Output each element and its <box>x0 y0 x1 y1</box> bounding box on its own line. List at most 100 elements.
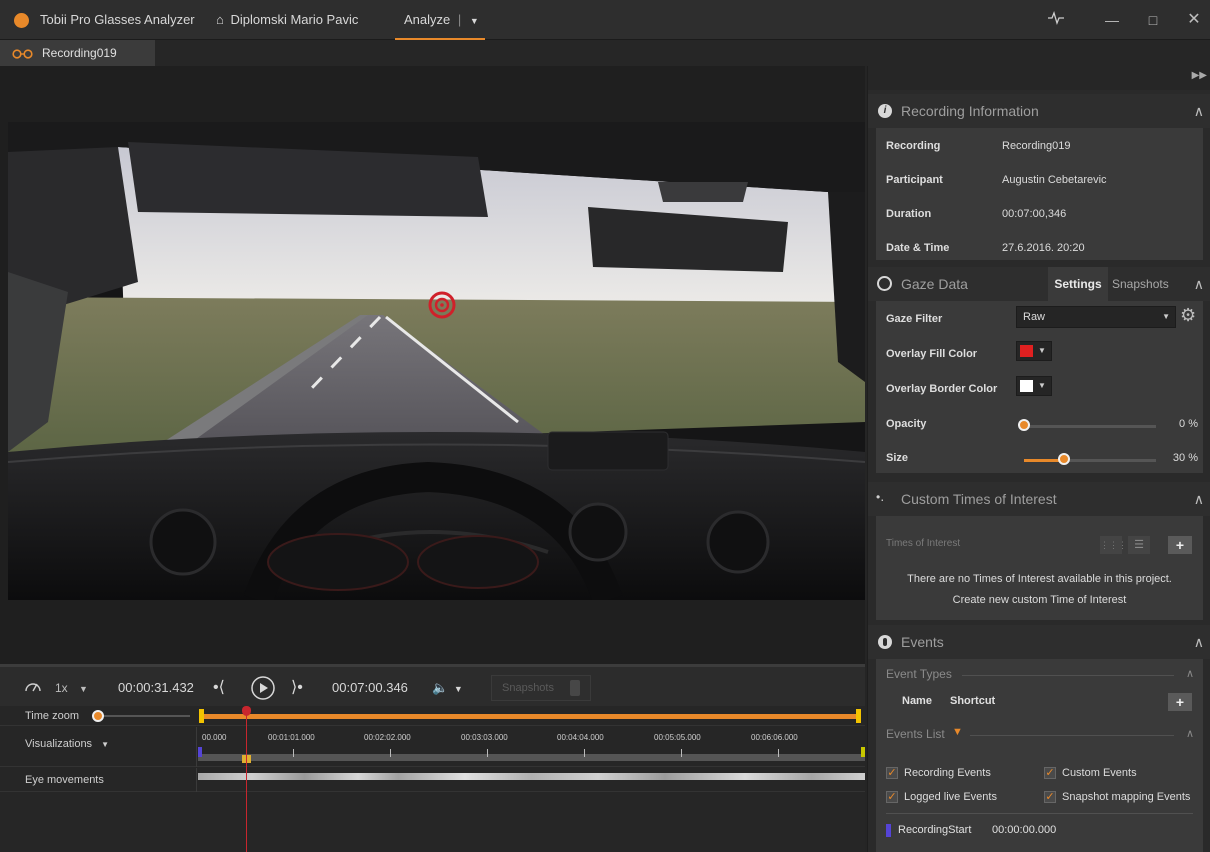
recording-info-title: Recording Information <box>901 103 1039 119</box>
volume-button[interactable]: 🔈 ▼ <box>432 667 463 709</box>
eye-movements-track <box>198 773 865 780</box>
target-icon <box>877 276 892 291</box>
custom-events-checkbox[interactable]: ✓ <box>1044 767 1056 779</box>
chevron-down-icon: ▼ <box>101 740 110 749</box>
close-button[interactable]: ✕ <box>1178 0 1210 40</box>
snapshots-button[interactable]: Snapshots <box>491 675 591 701</box>
chevron-down-icon[interactable]: ▼ <box>470 16 479 26</box>
events-body: Event Types ∧ Name Shortcut + Events Lis… <box>876 659 1203 852</box>
recording-info-header[interactable]: i Recording Information ∧ <box>868 94 1210 128</box>
time-zoom-slider-knob[interactable] <box>92 710 104 722</box>
datetime-label: Date & Time <box>886 242 950 254</box>
logged-live-events-label: Logged live Events <box>904 791 997 803</box>
overlay-border-color-picker[interactable]: ▼ <box>1016 376 1052 396</box>
toi-subheader: Times of Interest <box>886 538 961 549</box>
add-event-type-button[interactable]: + <box>1168 693 1192 711</box>
size-slider-knob[interactable] <box>1058 453 1070 465</box>
step-forward-button[interactable]: ⟩• <box>291 667 303 709</box>
playhead-handle[interactable] <box>242 706 251 716</box>
custom-toi-header[interactable]: •․ Custom Times of Interest ∧ <box>868 482 1210 516</box>
time-zoom-track[interactable] <box>98 715 190 717</box>
filter-icon[interactable]: ▼ <box>952 726 963 738</box>
events-header[interactable]: Events ∧ <box>868 625 1210 659</box>
tab-recording019[interactable]: Recording019 <box>0 40 155 66</box>
datetime-value: 27.6.2016. 20:20 <box>1002 242 1085 254</box>
overlay-fill-color-picker[interactable]: ▼ <box>1016 341 1052 361</box>
list-view-icon[interactable]: ☰ <box>1128 536 1150 554</box>
gaze-filter-select[interactable]: Raw ▼ <box>1016 306 1176 328</box>
lock-icon <box>570 680 580 696</box>
chevron-down-icon: ▼ <box>1038 346 1046 355</box>
duration-value: 00:07:00,346 <box>1002 208 1067 220</box>
tab-snapshots[interactable]: Snapshots <box>1112 267 1169 301</box>
collapse-panel-icon[interactable]: ▶▶ <box>1192 70 1207 81</box>
scene-video[interactable] <box>8 122 865 600</box>
custom-toi-title: Custom Times of Interest <box>901 491 1057 507</box>
event-types-label: Event Types <box>886 667 952 681</box>
collapse-chevron-icon[interactable]: ∧ <box>1186 667 1194 680</box>
minimize-button[interactable]: — <box>1096 0 1128 40</box>
col-shortcut: Shortcut <box>950 695 996 707</box>
activity-icon[interactable] <box>1040 0 1072 40</box>
event-time: 00:00:00.000 <box>992 824 1057 836</box>
title-bar: Tobii Pro Glasses Analyzer ⌂ Diplomski M… <box>0 0 1210 40</box>
timeline: Time zoom Visualizations ▼ 00.000 00:01:… <box>0 706 865 852</box>
project-name: Diplomski Mario Pavic <box>230 12 359 27</box>
custom-events-label: Custom Events <box>1062 767 1137 779</box>
recording-value: Recording019 <box>1002 140 1071 152</box>
playhead[interactable] <box>246 706 247 852</box>
gaze-data-title: Gaze Data <box>901 276 968 292</box>
snapshot-mapping-events-checkbox[interactable]: ✓ <box>1044 791 1056 803</box>
tab-analyze[interactable]: Analyze | ▼ <box>395 0 485 40</box>
size-label: Size <box>886 452 909 464</box>
tab-settings[interactable]: Settings <box>1048 267 1108 301</box>
events-title: Events <box>901 634 944 650</box>
visualizations-dropdown[interactable]: Visualizations ▼ <box>25 738 109 750</box>
opacity-value: 0 % <box>1179 418 1198 430</box>
events-icon <box>878 635 892 649</box>
tick-label: 00:04:04.000 <box>557 733 604 742</box>
tick-label: 00.000 <box>202 733 227 742</box>
events-list-label: Events List <box>886 727 945 741</box>
time-zoom-label: Time zoom <box>25 710 79 722</box>
create-toi-link[interactable]: Create new custom Time of Interest <box>876 594 1203 606</box>
collapse-chevron-icon[interactable]: ∧ <box>1194 625 1204 659</box>
gaze-filter-label: Gaze Filter <box>886 313 943 325</box>
tab-analyze-label: Analyze <box>404 12 451 27</box>
collapse-chevron-icon[interactable]: ∧ <box>1194 94 1204 128</box>
participant-label: Participant <box>886 174 943 186</box>
speed-gauge-icon <box>24 667 42 709</box>
timeline-ruler <box>198 754 865 761</box>
border-color-swatch <box>1020 380 1033 392</box>
add-toi-button[interactable]: + <box>1168 536 1192 554</box>
project-home-link[interactable]: ⌂ Diplomski Mario Pavic <box>216 0 358 40</box>
opacity-slider-track[interactable] <box>1024 425 1156 428</box>
opacity-slider-knob[interactable] <box>1018 419 1030 431</box>
dots-icon: •․ <box>876 490 885 504</box>
range-end-handle[interactable] <box>856 709 861 723</box>
speed-select[interactable]: 1x ▼ <box>55 667 88 709</box>
event-row[interactable]: RecordingStart 00:00:00.000 <box>884 819 1194 843</box>
collapse-chevron-icon[interactable]: ∧ <box>1194 267 1204 301</box>
eye-movements-row: Eye movements <box>0 768 865 792</box>
tab-recording-label: Recording019 <box>42 46 117 60</box>
gaze-data-header[interactable]: Gaze Data Settings Snapshots ∧ <box>868 267 1210 301</box>
eye-movements-label: Eye movements <box>25 774 104 786</box>
event-name: RecordingStart <box>898 824 972 836</box>
toi-empty-message: There are no Times of Interest available… <box>907 573 1172 585</box>
range-start-handle[interactable] <box>199 709 204 723</box>
time-range-bar[interactable] <box>202 714 858 719</box>
tick-label: 00:02:02.000 <box>364 733 411 742</box>
grid-view-icon[interactable]: ⋮⋮⋮ <box>1100 536 1127 554</box>
gear-icon[interactable]: ⚙ <box>1180 305 1196 326</box>
logged-live-events-checkbox[interactable]: ✓ <box>886 791 898 803</box>
maximize-button[interactable]: □ <box>1137 0 1169 40</box>
step-back-button[interactable]: •⟨ <box>213 667 225 709</box>
play-button[interactable] <box>250 667 276 709</box>
recording-events-checkbox[interactable]: ✓ <box>886 767 898 779</box>
collapse-chevron-icon[interactable]: ∧ <box>1186 727 1194 740</box>
speed-value: 1x <box>55 681 68 695</box>
overlay-fill-color-label: Overlay Fill Color <box>886 348 978 360</box>
tick-label: 00:05:05.000 <box>654 733 701 742</box>
collapse-chevron-icon[interactable]: ∧ <box>1194 482 1204 516</box>
